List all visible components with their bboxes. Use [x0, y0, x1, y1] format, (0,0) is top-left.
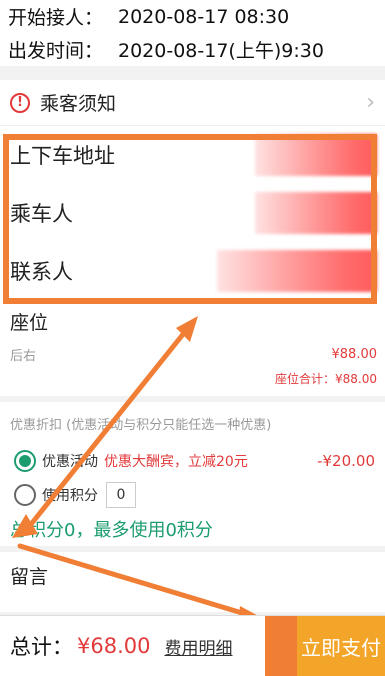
- divider: [0, 66, 385, 80]
- seat-total: 座位合计：¥88.00: [275, 372, 377, 386]
- depart-time-row: 出发时间： 2020-08-17(上午)9:30: [0, 33, 385, 66]
- start-time-value: 2020-08-17 08:30: [118, 5, 290, 28]
- seat-item-price: ¥88.00: [331, 346, 378, 362]
- total-amount: ¥68.00: [77, 634, 151, 658]
- redacted-passenger: [255, 192, 377, 234]
- activity-amount: -¥20.00: [317, 452, 375, 470]
- discount-activity-option[interactable]: 优惠活动 优惠大酬宾，立减20元 -¥20.00: [0, 444, 385, 478]
- points-input[interactable]: 0: [106, 482, 136, 508]
- trip-details: 上下车地址 乘车人 联系人: [0, 126, 385, 300]
- discount-points-option[interactable]: 使用积分 0: [0, 478, 385, 512]
- points-info: 总积分0，最多使用0积分: [10, 520, 213, 541]
- seat-title: 座位: [10, 312, 49, 334]
- depart-time-value: 2020-08-17(上午)9:30: [118, 40, 324, 62]
- seat-section: 座位 后右 ¥88.00 座位合计：¥88.00: [0, 300, 385, 396]
- activity-desc: 优惠大酬宾，立减20元: [104, 454, 248, 470]
- start-time-label: 开始接人：: [8, 7, 104, 29]
- fee-detail-link[interactable]: 费用明细: [164, 634, 232, 659]
- depart-time-label: 出发时间：: [8, 40, 104, 62]
- order-confirm-page: 开始接人： 2020-08-17 08:30 出发时间： 2020-08-17(…: [0, 0, 385, 676]
- redacted-address: [255, 134, 377, 176]
- total-label: 总计：: [10, 635, 73, 659]
- discount-title: 优惠折扣 (优惠活动与积分只能任选一种优惠): [10, 417, 272, 433]
- time-info: 开始接人： 2020-08-17 08:30 出发时间： 2020-08-17(…: [0, 0, 385, 66]
- exclamation-icon: !: [10, 92, 30, 113]
- points-label: 使用积分: [42, 488, 98, 504]
- passenger-label: 乘车人: [10, 202, 73, 226]
- pay-highlight: 立即支付: [265, 616, 385, 676]
- checkout-bar: 总计： ¥68.00 费用明细 立即支付: [0, 615, 385, 676]
- chevron-right-icon: ›: [366, 90, 375, 115]
- passenger-row[interactable]: 乘车人: [0, 184, 385, 242]
- start-time-row: 开始接人： 2020-08-17 08:30: [0, 0, 385, 33]
- seat-item-name: 后右: [10, 348, 37, 364]
- address-row[interactable]: 上下车地址: [0, 126, 385, 184]
- contact-label: 联系人: [10, 260, 73, 284]
- message-title: 留言: [10, 565, 49, 588]
- activity-label: 优惠活动: [42, 454, 98, 470]
- pay-now-button[interactable]: 立即支付: [297, 616, 385, 676]
- seat-item-row: 后右 ¥88.00: [0, 340, 385, 368]
- passenger-notice-row[interactable]: ! 乘客须知 ›: [0, 80, 385, 126]
- passenger-notice-label: 乘客须知: [40, 93, 117, 115]
- discount-section: 优惠折扣 (优惠活动与积分只能任选一种优惠) 优惠活动 优惠大酬宾，立减20元 …: [0, 402, 385, 546]
- message-section: 留言: [0, 552, 385, 612]
- contact-row[interactable]: 联系人: [0, 242, 385, 300]
- redacted-contact: [217, 250, 377, 292]
- points-radio[interactable]: [14, 484, 36, 506]
- address-label: 上下车地址: [10, 144, 115, 168]
- activity-radio[interactable]: [14, 450, 36, 472]
